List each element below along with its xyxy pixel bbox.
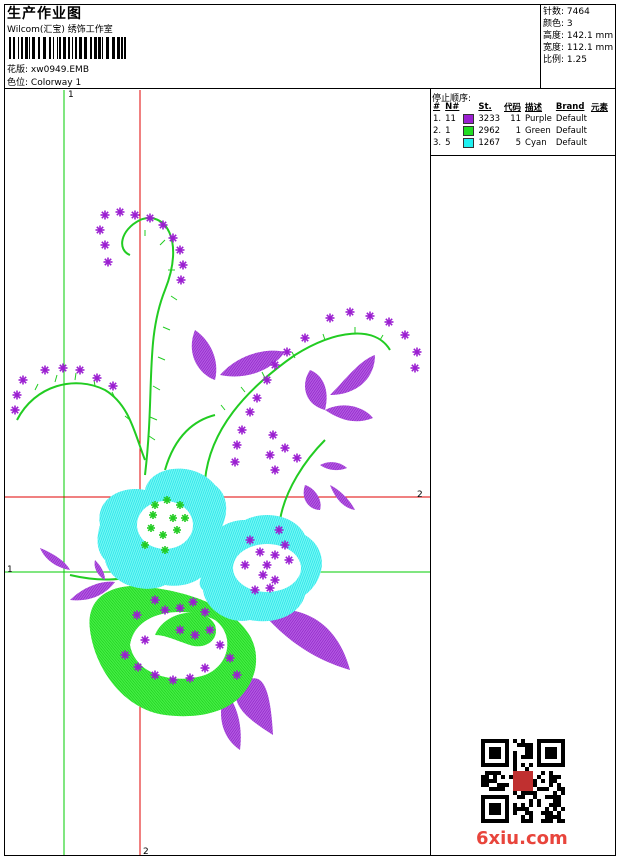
stop-table-divider: [430, 155, 616, 156]
scale-row: 比例: 1.25: [543, 54, 613, 66]
colors-row: 颜色: 3: [543, 18, 613, 30]
table-row: 1. 11 3233 11 Purple Default: [431, 113, 610, 125]
row-desc: Purple: [525, 114, 552, 124]
row-num: 3.: [433, 138, 442, 148]
color-swatch: [463, 113, 475, 124]
col-num: #: [433, 102, 441, 112]
company-name: Wilcom(汇宝) 绣饰工作室: [7, 25, 113, 35]
guide-label-green-h: 1: [7, 565, 13, 575]
barcode: [9, 37, 126, 59]
table-header-row: # N# St. 代码 描述 Brand 元素: [431, 101, 610, 113]
col-stitches: St.: [478, 102, 492, 112]
design-stats: 针数: 7464 颜色: 3 高度: 142.1 mm 宽度: 112.1 mm…: [543, 6, 613, 66]
qr-seal: [513, 771, 533, 791]
row-num: 1.: [433, 114, 442, 124]
stitches-row: 针数: 7464: [543, 6, 613, 18]
row-stitches: 2962: [478, 126, 501, 136]
scale-label: 比例:: [543, 55, 565, 65]
row-code: 1: [515, 126, 522, 136]
pattern-value: xw0949.EMB: [30, 65, 89, 75]
color-swatch: [463, 137, 475, 148]
colorway-label: 色位:: [7, 78, 29, 88]
row-stitches: 1267: [478, 138, 501, 148]
colors-label: 颜色:: [543, 19, 565, 29]
row-needle: 5: [445, 138, 451, 148]
colorway-value: Colorway 1: [30, 78, 82, 88]
row-brand: Default: [555, 114, 587, 124]
row-stitches: 3233: [478, 114, 501, 124]
pattern-label: 花版:: [7, 65, 29, 75]
guide-label-red-v: 2: [143, 847, 149, 857]
col-needle: N#: [445, 102, 460, 112]
pattern-row: 花版: xw0949.EMB: [7, 62, 89, 75]
width-value: 112.1 mm: [566, 43, 614, 53]
header-divider: [4, 88, 616, 89]
table-row: 3. 5 1267 5 Cyan Default: [431, 137, 610, 149]
guide-label-red-h: 2: [417, 490, 423, 500]
colorway-row: 色位: Colorway 1: [7, 75, 81, 88]
embroidery-design: [5, 90, 430, 855]
colors-value: 3: [566, 19, 573, 29]
col-brand: Brand: [555, 102, 585, 112]
row-brand: Default: [555, 126, 587, 136]
row-needle: 11: [445, 114, 456, 124]
document-title: 生产作业图: [7, 6, 82, 22]
height-label: 高度:: [543, 31, 565, 41]
row-code: 11: [510, 114, 522, 124]
row-needle: 1: [445, 126, 451, 136]
stitches-label: 针数:: [543, 7, 565, 17]
col-code: 代码: [504, 103, 522, 113]
stitches-value: 7464: [566, 7, 590, 17]
col-desc: 描述: [525, 103, 543, 113]
table-row: 2. 1 2962 1 Green Default: [431, 125, 610, 137]
row-brand: Default: [555, 138, 587, 148]
stop-sequence-table: # N# St. 代码 描述 Brand 元素 1. 11 3233 11 Pu…: [431, 101, 610, 149]
qr-code: [481, 739, 565, 823]
row-desc: Cyan: [525, 138, 547, 148]
width-label: 宽度:: [543, 43, 565, 53]
height-value: 142.1 mm: [566, 31, 614, 41]
row-desc: Green: [525, 126, 551, 136]
width-row: 宽度: 112.1 mm: [543, 42, 613, 54]
stats-divider: [540, 4, 541, 88]
color-swatch: [463, 125, 475, 136]
panel-divider: [430, 88, 431, 856]
col-element: 元素: [590, 103, 608, 113]
row-code: 5: [515, 138, 522, 148]
guide-label-green-v: 1: [68, 90, 74, 100]
watermark-logo: 6xiu.com: [476, 828, 568, 849]
height-row: 高度: 142.1 mm: [543, 30, 613, 42]
row-num: 2.: [433, 126, 442, 136]
scale-value: 1.25: [566, 55, 587, 65]
